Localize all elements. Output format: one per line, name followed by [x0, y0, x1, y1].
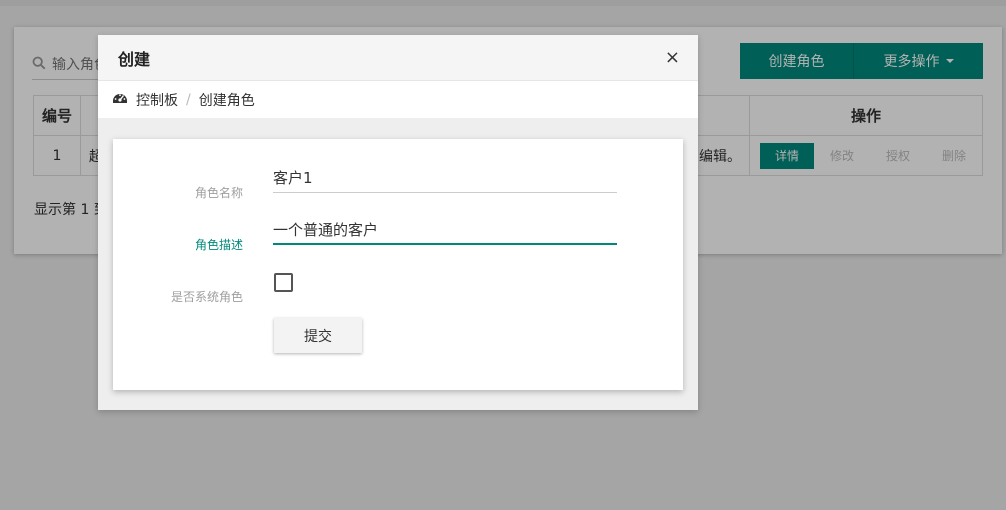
close-icon[interactable]: × [665, 47, 680, 68]
breadcrumb-separator: / [186, 91, 191, 108]
role-desc-input[interactable] [273, 215, 617, 245]
breadcrumb: 控制板 / 创建角色 [98, 81, 698, 118]
modal-header: 创建 × [98, 35, 698, 81]
submit-button[interactable]: 提交 [274, 318, 362, 353]
modal-title: 创建 [118, 49, 151, 69]
role-name-label: 角色名称 [194, 186, 243, 200]
create-role-modal: 创建 × 控制板 / 创建角色 角色名称 角色描述 是否系统角色 提交 [98, 35, 698, 410]
is-system-role-checkbox[interactable] [274, 273, 293, 292]
role-desc-label: 角色描述 [194, 238, 243, 252]
breadcrumb-current: 创建角色 [198, 92, 255, 109]
is-system-role-label: 是否系统角色 [170, 290, 243, 304]
role-name-input[interactable] [273, 163, 617, 193]
create-role-form: 角色名称 角色描述 是否系统角色 提交 [113, 139, 683, 390]
breadcrumb-home[interactable]: 控制板 [136, 90, 178, 110]
dashboard-icon [112, 90, 128, 110]
